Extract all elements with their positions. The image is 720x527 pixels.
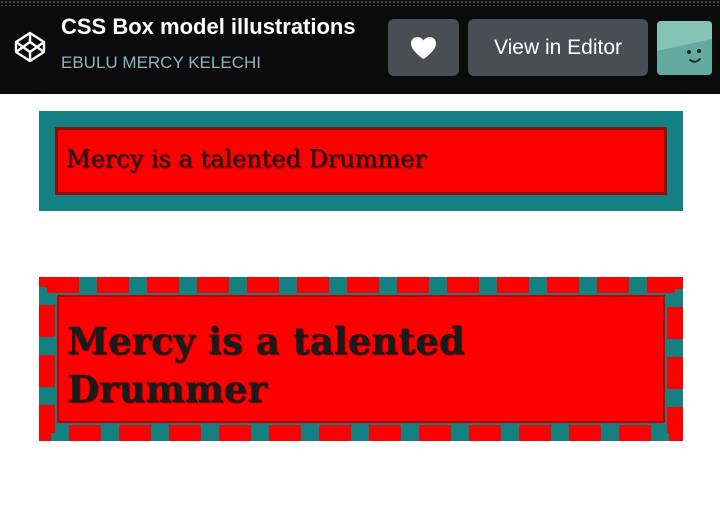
drummer-text-large: Mercy is a talented Drummer: [67, 319, 465, 411]
top-bar: CSS Box model illustrations EBULU MERCY …: [0, 0, 720, 94]
content-box-dashed: Mercy is a talented Drummer: [57, 295, 665, 423]
top-bar-texture: [0, 0, 720, 6]
view-in-editor-button[interactable]: View in Editor: [468, 19, 648, 76]
box-model-solid-border: Mercy is a talented Drummer: [39, 111, 683, 211]
drummer-text: Mercy is a talented Drummer: [66, 145, 426, 173]
codepen-logo-icon[interactable]: [13, 30, 47, 64]
pen-author[interactable]: EBULU MERCY KELECHI: [61, 53, 261, 73]
avatar-face-icon: [657, 21, 712, 75]
user-avatar[interactable]: [657, 21, 712, 75]
like-button[interactable]: [388, 19, 459, 76]
heart-icon: [411, 37, 436, 59]
pen-title[interactable]: CSS Box model illustrations: [61, 14, 356, 40]
box-model-dashed-border: Mercy is a talented Drummer: [39, 277, 683, 441]
content-box-solid: Mercy is a talented Drummer: [55, 127, 667, 195]
